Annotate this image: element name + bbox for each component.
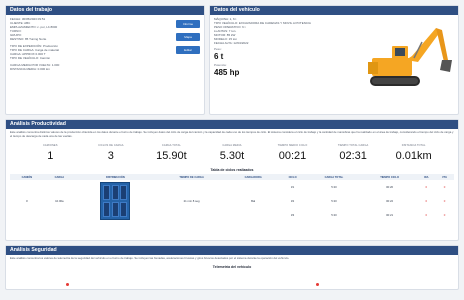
kpi-value: 3 [107, 150, 114, 163]
cycle-time: 00:20 [386, 185, 394, 190]
cycle-number: #2 [291, 199, 295, 204]
telemetry-title: Telemetría del vehículo [212, 264, 252, 269]
security-title: Análisis Seguridad [6, 246, 458, 255]
cycle-time: 00:21 [386, 213, 394, 218]
kpi-cycles: Ciclos de carga 3 [85, 144, 137, 162]
kpi-label: Carga total [161, 144, 181, 148]
alert-dot [316, 283, 319, 286]
report-button[interactable]: Informe [176, 20, 200, 28]
cycle-vta: 0 [443, 185, 446, 190]
job-data-title: Datos del trabajo [6, 6, 204, 15]
cycle-number: #1 [291, 185, 295, 190]
kpi-total-distance: Distancia total 0.01km [388, 144, 440, 162]
kpi-label: Ciclos de carga [98, 144, 124, 148]
job-data-rows: FECHA: 30/05/2023 09:51 CLIENTE: ABC EMP… [6, 15, 204, 73]
bed-cell [120, 185, 128, 201]
edit-button[interactable]: Editar [176, 46, 200, 54]
kpi-value: 15.90t [156, 150, 187, 163]
cycle-load: 5.30 [331, 185, 337, 190]
cycle-ida: 0 [425, 185, 428, 190]
map-button[interactable]: Mapa [176, 33, 200, 41]
bed-cell [103, 201, 111, 218]
truck-name: 10.00a [55, 199, 64, 204]
job-row-avg-distance: DISTANCIA MEDIA: 0.000 km [10, 67, 50, 71]
cycle-vta: 0 [443, 213, 446, 218]
top-section: Datos del trabajo FECHA: 30/05/2023 09:5… [5, 5, 459, 115]
vehicle-data-card: Datos del vehículo MÁQUINA: 1, 6 t TIPO … [209, 5, 459, 115]
load-distribution [75, 180, 156, 222]
bed-cell [111, 201, 119, 218]
truck-load-time: 21 min 8 seg [183, 199, 200, 204]
job-row-destination: DESTINO: 85 Tuning Norte [10, 37, 47, 41]
truck-bed-diagram [100, 182, 131, 221]
kpi-total-load: Carga total 15.90t [145, 144, 197, 162]
cycles-table-title: Tabla de ciclos realizados [210, 168, 254, 173]
kpi-label: Tiempo medio ciclo [277, 144, 308, 148]
table-row[interactable]: # 10.00a 21 min 8 seg Bal #1 5.30 00:20 … [10, 180, 454, 221]
kpi-value: 5.30t [219, 150, 245, 163]
job-row-vehicle-type: TIPO DE VEHÍCULO: Camión [10, 56, 51, 60]
excavator-image [368, 28, 452, 86]
security-card: Análisis Seguridad Este análisis concent… [5, 245, 459, 290]
cycles-table: Camión Carga Distribución Tiempo de carg… [10, 174, 454, 222]
productivity-title: Análisis Productividad [6, 120, 458, 129]
productivity-description: Este análisis concentra distintos valore… [10, 130, 454, 138]
cycle-load: 5.30 [331, 213, 337, 218]
job-data-card: Datos del trabajo FECHA: 30/05/2023 09:5… [5, 5, 205, 115]
security-description: Este análisis concentra los valores de t… [10, 256, 290, 260]
kpi-avg-load: Carga media 5.30t [206, 144, 258, 162]
alert-dot [66, 283, 69, 286]
vehicle-data-title: Datos del vehículo [210, 6, 458, 15]
kpi-value: 00:21 [278, 150, 307, 163]
productivity-card: Análisis Productividad Este análisis con… [5, 119, 459, 241]
kpi-row: Camiones 1 Ciclos de carga 3 Carga total… [6, 142, 458, 164]
vehicle-row-date: FECHA ALTA: 12/04/2022 [214, 41, 249, 45]
kpi-label: Distancia total [401, 144, 426, 148]
job-actions: Informe Mapa Editar [176, 20, 200, 54]
kpi-avg-cycle-time: Tiempo medio ciclo 00:21 [267, 144, 319, 162]
kpi-value: 0.01km [395, 150, 432, 163]
report-page: Datos del trabajo FECHA: 30/05/2023 09:5… [0, 0, 464, 300]
kpi-value: 1 [47, 150, 54, 163]
kpi-total-load-time: Tiempo total carga 02:31 [327, 144, 379, 162]
cycle-ida: 0 [425, 213, 428, 218]
bed-cell [120, 201, 128, 218]
kpi-value: 02:31 [339, 150, 367, 163]
truck-loader: Bal [251, 199, 256, 204]
kpi-trucks: Camiones 1 [24, 144, 76, 162]
cycle-number: #3 [291, 213, 295, 218]
cycle-load: 5.30 [331, 199, 337, 204]
truck-index: # [26, 199, 28, 204]
bed-cell [103, 185, 111, 201]
cycle-time: 00:22 [386, 199, 394, 204]
cycle-ida: 0 [425, 199, 428, 204]
kpi-label: Camiones [42, 144, 58, 148]
kpi-label: Tiempo total carga [337, 144, 369, 148]
bed-cell [111, 185, 119, 201]
cycle-vta: 0 [443, 199, 446, 204]
kpi-label: Carga media [222, 144, 242, 148]
